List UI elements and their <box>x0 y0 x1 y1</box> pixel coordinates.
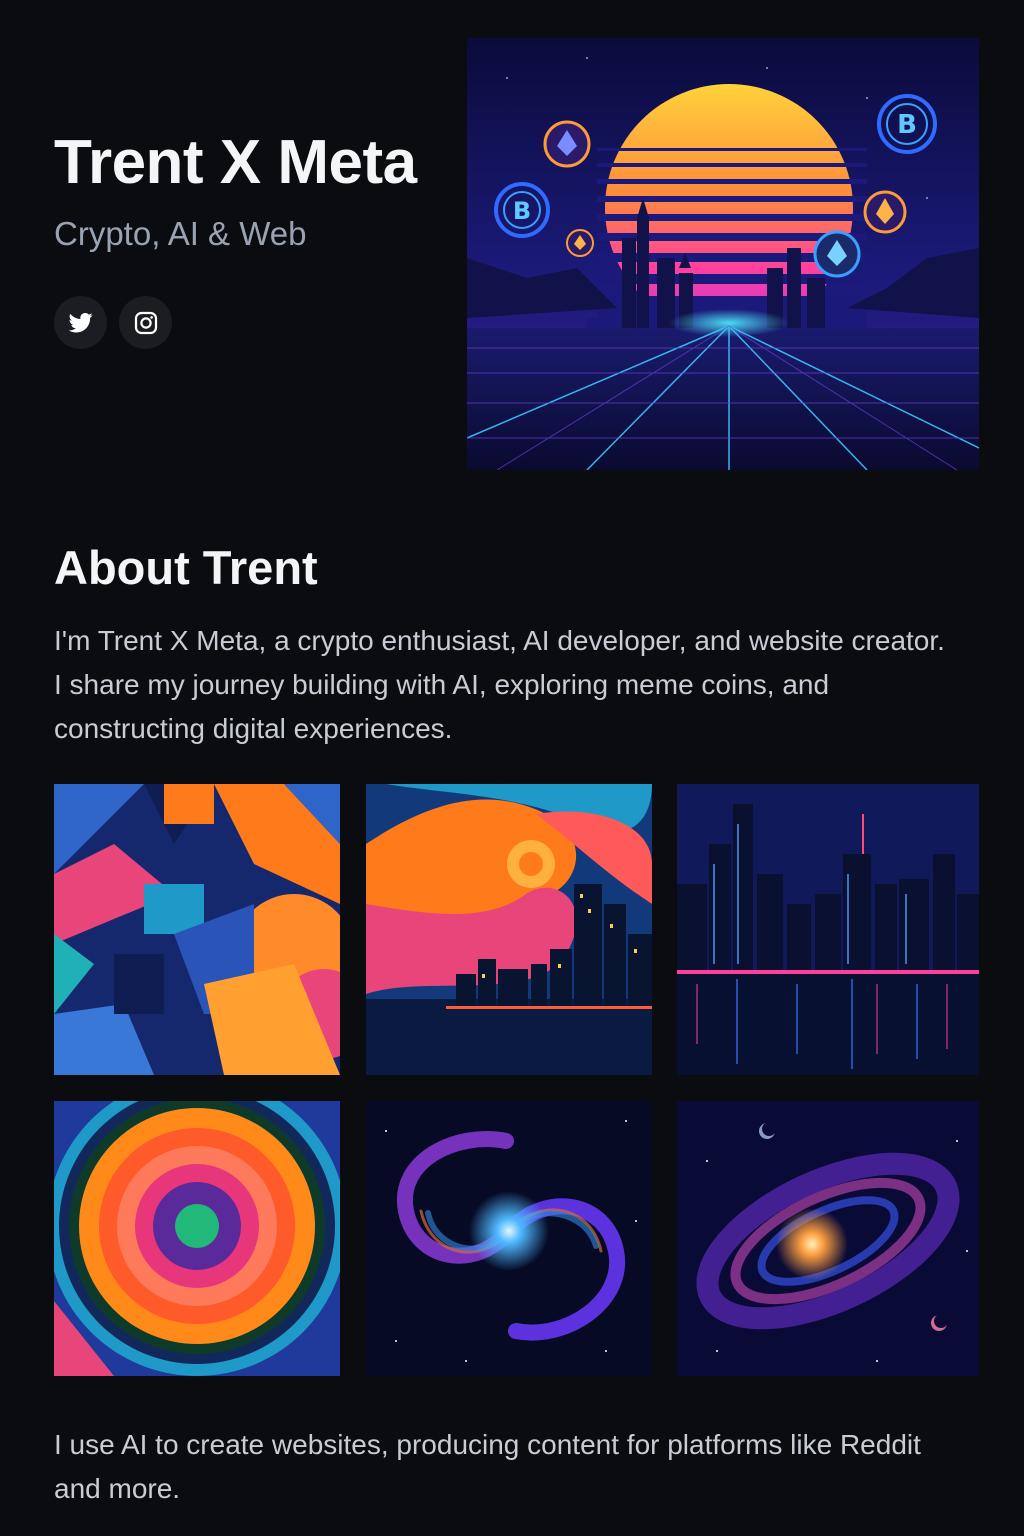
svg-text:B: B <box>897 110 917 140</box>
twitter-icon <box>68 312 93 332</box>
page-subtitle: Crypto, AI & Web <box>54 215 307 252</box>
hero-text: Trent X Meta Crypto, AI & Web <box>54 126 454 349</box>
instagram-icon <box>134 311 157 334</box>
about-paragraph: I'm Trent X Meta, a crypto enthusiast, A… <box>54 625 945 744</box>
page-title: Trent X Meta <box>54 128 417 197</box>
svg-text:B: B <box>513 197 531 225</box>
gallery-image-swirl-city[interactable] <box>366 784 652 1075</box>
footer-paragraph: I use AI to create websites, producing c… <box>54 1429 921 1504</box>
hero-image: B B <box>467 38 979 470</box>
coin-icon: B <box>494 182 550 238</box>
gallery-image-geometric[interactable] <box>54 784 340 1075</box>
gallery-image-neon-city[interactable] <box>677 784 979 1075</box>
gallery-image-galaxy-blue[interactable] <box>366 1101 652 1376</box>
coin-icon <box>813 230 861 278</box>
twitter-button[interactable] <box>54 296 107 349</box>
coin-icon: B <box>877 94 937 154</box>
gallery-image-concentric[interactable] <box>54 1101 340 1376</box>
coin-icon <box>863 190 907 234</box>
coin-icon <box>543 120 591 168</box>
social-links <box>54 296 454 349</box>
instagram-button[interactable] <box>119 296 172 349</box>
gallery-image-galaxy-purple[interactable] <box>677 1101 979 1376</box>
about-heading: About Trent <box>54 541 318 594</box>
coin-icon <box>566 229 594 257</box>
